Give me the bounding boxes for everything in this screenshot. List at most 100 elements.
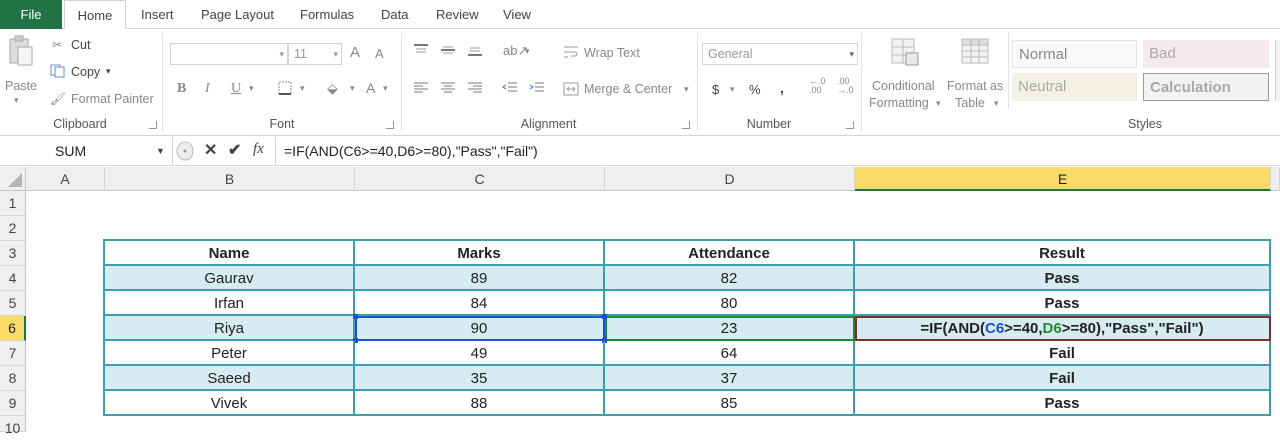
align-center-icon[interactable]: [440, 81, 456, 98]
formula-bar-handle-icon[interactable]: [175, 140, 195, 162]
align-right-icon[interactable]: [467, 81, 483, 98]
increase-decimal-icon[interactable]: ←.0 .00: [809, 77, 826, 95]
align-left-icon[interactable]: [413, 81, 429, 98]
table-cell-attendance[interactable]: 82: [605, 266, 855, 291]
insert-function-icon[interactable]: fx: [253, 141, 264, 158]
tab-file[interactable]: File: [0, 0, 62, 29]
fill-color-icon[interactable]: ⬙: [327, 80, 338, 97]
tab-home[interactable]: Home: [64, 0, 126, 30]
range-handle[interactable]: [602, 314, 607, 319]
format-as-table-button[interactable]: Format as: [947, 79, 1003, 93]
enter-icon[interactable]: ✔: [228, 140, 241, 160]
cancel-icon[interactable]: ✕: [204, 140, 217, 160]
tab-page-layout[interactable]: Page Layout: [201, 0, 274, 29]
column-header-b[interactable]: B: [105, 167, 355, 191]
currency-button[interactable]: $: [712, 82, 719, 97]
orientation-dropdown-icon[interactable]: ▾: [525, 46, 530, 57]
shrink-font-icon[interactable]: A: [375, 46, 384, 61]
underline-dropdown-icon[interactable]: ▾: [249, 83, 254, 94]
underline-button[interactable]: U: [231, 81, 241, 97]
row-header-1[interactable]: 1: [0, 191, 26, 216]
table-cell-name[interactable]: Riya: [105, 316, 355, 341]
format-as-table-dropdown-icon[interactable]: ▾: [994, 98, 999, 109]
table-cell-result[interactable]: Fail: [855, 366, 1271, 391]
row-header-2[interactable]: 2: [0, 216, 26, 241]
table-header-name[interactable]: Name: [105, 241, 355, 266]
copy-button[interactable]: Copy: [71, 65, 100, 79]
table-cell-name[interactable]: Vivek: [105, 391, 355, 416]
style-normal[interactable]: Normal: [1012, 40, 1137, 68]
font-name-dropdown[interactable]: ▾: [170, 43, 288, 65]
percent-button[interactable]: %: [749, 82, 761, 97]
italic-button[interactable]: I: [205, 81, 210, 97]
active-cell-editor[interactable]: =IF(AND(C6>=40,D6>=80),"Pass","Fail"): [855, 316, 1271, 341]
table-header-marks[interactable]: Marks: [355, 241, 605, 266]
table-cell-result[interactable]: Pass: [855, 291, 1271, 316]
row-header-10[interactable]: 10: [0, 416, 26, 436]
borders-icon[interactable]: [278, 81, 292, 98]
format-painter-button[interactable]: Format Painter: [71, 92, 154, 106]
tab-review[interactable]: Review: [436, 0, 479, 29]
column-header-a[interactable]: A: [26, 167, 105, 191]
cut-button[interactable]: Cut: [71, 38, 90, 52]
table-cell-marks[interactable]: 88: [355, 391, 605, 416]
table-cell-attendance[interactable]: 37: [605, 366, 855, 391]
name-box[interactable]: SUM ▼: [0, 139, 172, 163]
clipboard-launcher-icon[interactable]: [149, 121, 157, 129]
font-launcher-icon[interactable]: [386, 121, 394, 129]
style-calculation[interactable]: Calculation: [1143, 73, 1269, 101]
middle-align-icon[interactable]: [440, 43, 456, 60]
table-cell-name[interactable]: Peter: [105, 341, 355, 366]
table-cell-name[interactable]: Irfan: [105, 291, 355, 316]
table-cell-attendance[interactable]: 80: [605, 291, 855, 316]
borders-dropdown-icon[interactable]: ▾: [300, 83, 305, 94]
column-header-c[interactable]: C: [355, 167, 605, 191]
fill-color-dropdown-icon[interactable]: ▾: [350, 83, 355, 94]
conditional-formatting-button[interactable]: Conditional: [872, 79, 935, 93]
row-header-4[interactable]: 4: [0, 266, 26, 291]
wrap-text-button[interactable]: Wrap Text: [584, 46, 640, 60]
number-format-dropdown[interactable]: General ▾: [702, 43, 858, 65]
column-header-e[interactable]: E: [855, 167, 1271, 191]
table-cell-name[interactable]: Gaurav: [105, 266, 355, 291]
table-cell-marks[interactable]: 84: [355, 291, 605, 316]
bold-button[interactable]: B: [177, 81, 186, 97]
format-as-table-button-line2[interactable]: Table: [955, 96, 985, 110]
paste-dropdown-icon[interactable]: ▾: [14, 95, 19, 106]
currency-dropdown-icon[interactable]: ▾: [730, 84, 735, 95]
copy-dropdown-icon[interactable]: ▾: [106, 66, 111, 77]
style-bad[interactable]: Bad: [1143, 40, 1269, 68]
table-cell-marks[interactable]: 35: [355, 366, 605, 391]
row-header-3[interactable]: 3: [0, 241, 26, 266]
row-header-6[interactable]: 6: [0, 316, 26, 341]
increase-indent-icon[interactable]: [529, 81, 545, 98]
formula-input[interactable]: =IF(AND(C6>=40,D6>=80),"Pass","Fail"): [284, 137, 538, 166]
alignment-launcher-icon[interactable]: [682, 121, 690, 129]
comma-button[interactable]: ,: [780, 80, 784, 96]
table-cell-attendance[interactable]: 64: [605, 341, 855, 366]
row-header-8[interactable]: 8: [0, 366, 26, 391]
font-size-dropdown[interactable]: 11 ▾: [288, 43, 342, 65]
merge-center-button[interactable]: Merge & Center: [584, 82, 672, 96]
font-color-dropdown-icon[interactable]: ▾: [383, 83, 388, 94]
table-cell-marks[interactable]: 89: [355, 266, 605, 291]
conditional-formatting-dropdown-icon[interactable]: ▾: [936, 98, 941, 109]
decrease-indent-icon[interactable]: [502, 81, 518, 98]
row-header-7[interactable]: 7: [0, 341, 26, 366]
table-cell-marks[interactable]: 49: [355, 341, 605, 366]
tab-view[interactable]: View: [503, 0, 531, 29]
row-header-9[interactable]: 9: [0, 391, 26, 416]
row-header-5[interactable]: 5: [0, 291, 26, 316]
table-cell-attendance-referenced[interactable]: 23: [605, 316, 855, 341]
decrease-decimal-icon[interactable]: .00 →.0: [837, 77, 854, 95]
table-header-result[interactable]: Result: [855, 241, 1271, 266]
top-align-icon[interactable]: [413, 43, 429, 60]
merge-dropdown-icon[interactable]: ▾: [684, 84, 689, 95]
table-cell-result[interactable]: Pass: [855, 391, 1271, 416]
paste-icon[interactable]: [6, 35, 34, 70]
table-header-attendance[interactable]: Attendance: [605, 241, 855, 266]
table-cell-result[interactable]: Pass: [855, 266, 1271, 291]
tab-data[interactable]: Data: [381, 0, 408, 29]
number-launcher-icon[interactable]: [846, 121, 854, 129]
column-header-f[interactable]: [1271, 167, 1280, 191]
